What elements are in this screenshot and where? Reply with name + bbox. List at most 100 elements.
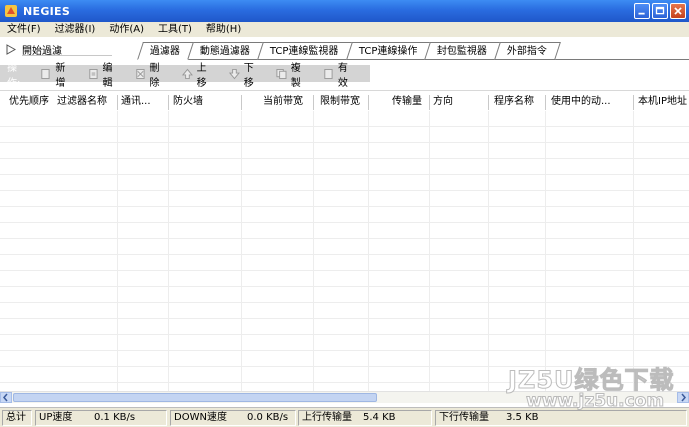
grid-line — [241, 111, 242, 391]
status-download-total: 下行传输量 3.5 KB — [435, 410, 687, 426]
menu-filter[interactable]: 过滤器(I) — [48, 22, 103, 37]
column-divider[interactable] — [241, 95, 242, 110]
tab-label: 外部指令 — [506, 46, 547, 57]
col-program-name[interactable]: 程序名称 — [494, 93, 544, 111]
status-upload-label: 上行传输量 — [302, 412, 352, 423]
tab-strip: 過濾器 動態過濾器 TCP連線監視器 TCP連線操作 封包監視器 外部指令 — [137, 42, 562, 60]
add-button[interactable]: 新增 — [40, 59, 73, 89]
scroll-thumb[interactable] — [13, 393, 377, 402]
grid-line — [488, 111, 489, 391]
title-bar: NEGIES — [0, 0, 689, 22]
column-divider[interactable] — [633, 95, 634, 110]
col-local-ip[interactable]: 本机IP地址 — [638, 93, 689, 111]
col-active-action[interactable]: 使用中的动... — [551, 93, 631, 111]
status-download-value: 3.5 KB — [506, 412, 539, 423]
col-filter-name[interactable]: 过滤器名称 — [57, 93, 117, 111]
tab-packet-monitor[interactable]: 封包監視器 — [424, 42, 502, 60]
column-divider[interactable] — [429, 95, 430, 110]
divider — [22, 55, 112, 56]
delete-label: 刪除 — [149, 62, 160, 89]
status-up-value: 0.1 KB/s — [94, 412, 136, 423]
grid-line — [117, 111, 118, 391]
tab-label: 動態過濾器 — [199, 46, 250, 57]
tab-label: TCP連線監視器 — [269, 46, 339, 57]
col-bandwidth-limit[interactable]: 限制带宽 — [320, 93, 366, 111]
filter-table[interactable]: 优先顺序 过滤器名称 通讯... 防火墙 当前带宽 限制带宽 传输量 方向 程序… — [0, 90, 689, 391]
start-filter-button[interactable]: 開始過濾 — [6, 42, 62, 57]
status-down-speed: DOWN速度 0.0 KB/s — [170, 410, 296, 426]
column-divider[interactable] — [168, 95, 169, 110]
col-direction[interactable]: 方向 — [433, 93, 483, 111]
column-divider[interactable] — [368, 95, 369, 110]
tab-tcp-monitor[interactable]: TCP連線監視器 — [257, 42, 353, 60]
status-bar: 总计 UP速度 0.1 KB/s DOWN速度 0.0 KB/s 上行传输量 5… — [0, 407, 689, 427]
col-firewall[interactable]: 防火墙 — [173, 93, 239, 111]
move-up-label: 上移 — [196, 62, 207, 89]
copy-icon — [276, 68, 287, 79]
tab-label: TCP連線操作 — [358, 46, 417, 57]
status-down-label: DOWN速度 — [174, 412, 227, 423]
column-divider[interactable] — [313, 95, 314, 110]
minimize-icon — [638, 12, 645, 15]
grid-line — [168, 111, 169, 391]
toolbar-caption: 操作: — [7, 62, 21, 89]
status-up-label: UP速度 — [39, 412, 73, 423]
edit-button[interactable]: 编輯 — [88, 59, 121, 89]
grid-line — [633, 111, 634, 391]
tab-external-commands[interactable]: 外部指令 — [494, 42, 562, 60]
close-button[interactable] — [670, 3, 686, 19]
scroll-right-icon — [681, 393, 686, 402]
grid-line — [429, 111, 430, 391]
move-down-label: 下移 — [243, 62, 254, 89]
copy-label: 複製 — [290, 62, 301, 89]
enable-icon — [324, 68, 333, 79]
status-download-label: 下行传输量 — [439, 412, 489, 423]
menu-file[interactable]: 文件(F) — [0, 22, 48, 37]
tab-dynamic-filters[interactable]: 動態過濾器 — [187, 42, 264, 60]
col-protocol[interactable]: 通讯... — [121, 93, 167, 111]
minimize-button[interactable] — [634, 3, 650, 19]
menu-tools[interactable]: 工具(T) — [151, 22, 199, 37]
grid-line — [545, 111, 546, 391]
delete-button[interactable]: 刪除 — [135, 59, 168, 89]
copy-button[interactable]: 複製 — [276, 59, 309, 89]
play-icon — [6, 43, 16, 55]
scroll-left-button[interactable] — [0, 392, 12, 403]
close-icon — [674, 7, 682, 15]
menu-action[interactable]: 动作(A) — [102, 22, 151, 37]
move-up-button[interactable]: 上移 — [181, 59, 215, 89]
arrow-down-icon — [228, 68, 240, 79]
table-body[interactable] — [0, 111, 689, 391]
menu-help[interactable]: 帮助(H) — [199, 22, 248, 37]
enable-button[interactable]: 有效 — [323, 59, 356, 89]
tab-label: 過濾器 — [149, 46, 180, 57]
maximize-button[interactable] — [652, 3, 668, 19]
status-total: 总计 — [2, 410, 32, 426]
col-transfer[interactable]: 传输量 — [392, 93, 428, 111]
column-divider[interactable] — [488, 95, 489, 110]
maximize-icon — [655, 6, 665, 15]
horizontal-scrollbar[interactable] — [0, 391, 689, 403]
operations-toolbar: 操作: 新增 编輯 刪除 上移 下移 複製 有效 — [0, 63, 370, 89]
tab-tcp-operations[interactable]: TCP連線操作 — [345, 42, 432, 60]
app-icon — [5, 5, 17, 17]
window-title: NEGIES — [23, 4, 71, 18]
arrow-up-icon — [181, 68, 193, 79]
move-down-button[interactable]: 下移 — [228, 59, 262, 89]
status-upload-total: 上行传输量 5.4 KB — [298, 410, 432, 426]
scroll-right-button[interactable] — [677, 392, 689, 403]
add-icon — [41, 68, 51, 79]
status-down-value: 0.0 KB/s — [247, 412, 289, 423]
column-divider[interactable] — [545, 95, 546, 110]
add-label: 新增 — [55, 62, 66, 89]
col-current-bandwidth[interactable]: 当前带宽 — [263, 93, 311, 111]
col-priority[interactable]: 优先顺序 — [9, 93, 55, 111]
status-up-speed: UP速度 0.1 KB/s — [35, 410, 167, 426]
menu-bar: 文件(F) 过滤器(I) 动作(A) 工具(T) 帮助(H) — [0, 22, 689, 37]
status-upload-value: 5.4 KB — [363, 412, 396, 423]
grid-line — [368, 111, 369, 391]
tab-label: 封包監視器 — [436, 46, 487, 57]
column-divider[interactable] — [117, 95, 118, 110]
tab-filters[interactable]: 過濾器 — [137, 42, 194, 60]
edit-label: 编輯 — [102, 62, 113, 89]
